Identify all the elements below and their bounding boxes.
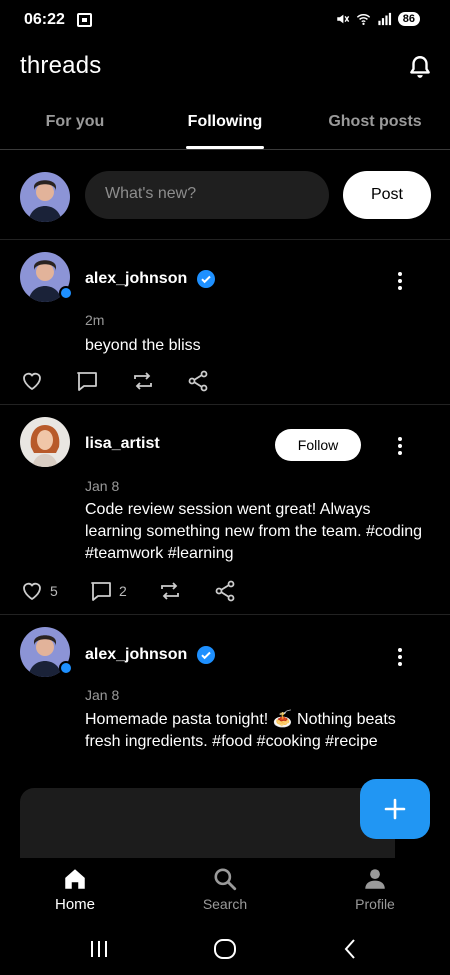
like-button[interactable]: 5 (20, 579, 58, 603)
username[interactable]: alex_johnson (85, 646, 187, 664)
repost-icon (161, 582, 179, 600)
verified-avatar-badge (59, 286, 73, 300)
nav-label: Search (202, 896, 248, 912)
verified-icon (197, 270, 215, 288)
comment-button[interactable] (75, 369, 99, 393)
share-button[interactable] (213, 579, 237, 603)
username[interactable]: alex_johnson (85, 270, 187, 288)
nav-profile[interactable]: Profile (325, 866, 425, 912)
status-time: 06:22 (24, 11, 65, 28)
comment-icon (91, 582, 111, 601)
like-button[interactable] (20, 369, 44, 393)
post-button[interactable]: Post (343, 171, 431, 219)
post-time: Jan 8 (85, 687, 120, 703)
search-icon (214, 868, 237, 891)
follow-button[interactable]: Follow (275, 429, 361, 461)
bottom-nav: Home Search Profile (0, 858, 450, 918)
whats-new-input[interactable]: What's new? (85, 171, 329, 219)
verified-avatar-badge (59, 661, 73, 675)
verified-icon (197, 646, 215, 664)
username[interactable]: lisa_artist (85, 435, 160, 453)
battery-indicator: 86 (397, 12, 420, 26)
system-navigation (0, 925, 450, 975)
post: alex_johnson 2m beyond the bliss (0, 240, 450, 405)
more-options-icon[interactable] (398, 437, 402, 458)
post-media-preview (20, 788, 395, 858)
post-text: Homemade pasta tonight! 🍝 Nothing beats … (85, 711, 396, 750)
comment-icon (77, 372, 97, 391)
nav-search[interactable]: Search (175, 866, 275, 912)
tab-ghost-posts[interactable]: Ghost posts (300, 113, 450, 131)
recent-apps-icon[interactable] (88, 938, 110, 960)
post-time: 2m (85, 312, 105, 328)
signal-icon (378, 12, 391, 26)
status-bar: 06:22 86 (0, 0, 450, 40)
app-title: threads (20, 52, 102, 79)
composer: What's new? Post (0, 150, 450, 240)
share-icon (215, 580, 235, 602)
avatar[interactable] (20, 172, 70, 222)
heart-icon (23, 372, 41, 391)
heart-icon (23, 582, 41, 601)
more-options-icon[interactable] (398, 648, 402, 669)
plus-icon (384, 798, 406, 820)
post: lisa_artist Follow Jan 8 Code review ses… (0, 405, 450, 615)
repost-button[interactable] (131, 369, 155, 393)
tab-for-you[interactable]: For you (0, 113, 150, 131)
post-time: Jan 8 (85, 478, 120, 494)
home-button-icon[interactable] (213, 938, 237, 960)
avatar[interactable] (20, 417, 70, 467)
more-options-icon[interactable] (398, 272, 402, 293)
new-thread-button[interactable] (360, 779, 430, 839)
comment-count: 2 (119, 583, 127, 599)
share-button[interactable] (186, 369, 210, 393)
post-text: beyond the bliss (85, 337, 201, 354)
nav-home[interactable]: Home (25, 866, 125, 913)
post: alex_johnson Jan 8 Homemade pasta tonigh… (0, 615, 450, 785)
active-tab-indicator (186, 146, 264, 149)
mute-icon (337, 14, 349, 24)
post-text: Code review session went great! Always l… (85, 501, 423, 562)
tab-following[interactable]: Following (150, 113, 300, 131)
screenshot-icon (77, 13, 92, 27)
feed-tabs: For you Following Ghost posts (0, 100, 450, 150)
nav-label: Profile (355, 896, 395, 912)
notification-bell-icon[interactable] (407, 54, 433, 80)
nav-label: Home (54, 896, 95, 913)
comment-button[interactable]: 2 (89, 579, 127, 603)
repost-button[interactable] (158, 579, 182, 603)
like-count: 5 (50, 583, 58, 599)
repost-icon (134, 372, 152, 390)
wifi-icon (356, 14, 370, 25)
profile-icon (365, 869, 385, 889)
status-icons: 86 (335, 12, 420, 26)
back-icon[interactable] (342, 938, 358, 960)
home-icon (65, 869, 85, 889)
share-icon (188, 370, 208, 392)
